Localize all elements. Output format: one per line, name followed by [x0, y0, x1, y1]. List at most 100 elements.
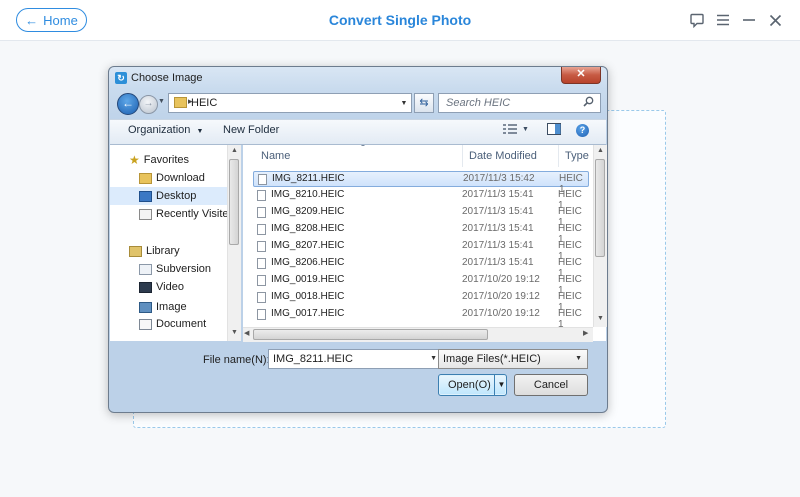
file-icon — [258, 174, 267, 185]
menu-icon[interactable] — [714, 11, 732, 29]
scroll-down-icon[interactable]: ▼ — [228, 329, 241, 336]
file-row[interactable]: IMG_8209.HEIC 2017/11/3 15:41 HEIC 1 — [253, 205, 589, 228]
organize-button[interactable]: Organization ▼ — [128, 124, 203, 136]
file-type-select[interactable]: Image Files(*.HEIC) ▼ — [438, 349, 588, 369]
sort-indicator-icon: ▲ — [360, 145, 366, 148]
file-icon — [257, 241, 266, 252]
view-chevron-icon[interactable]: ▼ — [522, 126, 529, 133]
app-icon: ↻ — [115, 72, 127, 84]
column-header-date[interactable]: Date Modified — [463, 145, 559, 167]
nav-scrollbar[interactable]: ▲ ▼ — [227, 145, 241, 341]
back-arrow-icon[interactable]: ← — [117, 93, 139, 115]
new-folder-button[interactable]: New Folder — [223, 124, 279, 136]
file-row[interactable]: IMG_8211.HEIC 2017/11/3 15:42 HEIC 1 — [253, 171, 589, 195]
file-date: 2017/11/3 15:41 — [462, 223, 534, 234]
nav-desktop[interactable]: Desktop — [110, 187, 241, 205]
address-bar[interactable]: ▸ HEIC ▼ — [168, 93, 412, 113]
help-icon[interactable]: ? — [576, 124, 589, 137]
document-icon — [139, 318, 152, 330]
video-icon — [139, 281, 152, 293]
file-row[interactable]: IMG_0017.HEIC 2017/10/20 19:12 HEIC 1 — [253, 307, 589, 330]
file-row[interactable]: IMG_8210.HEIC 2017/11/3 15:41 HEIC 1 — [253, 188, 589, 211]
search-input[interactable]: Search HEIC — [438, 93, 601, 113]
file-list-hscroll-thumb[interactable] — [253, 329, 488, 340]
nav-document-label: Document — [156, 318, 207, 330]
file-icon — [257, 258, 266, 269]
nav-library[interactable]: Library — [110, 242, 241, 260]
refresh-button[interactable]: ⇆ — [414, 93, 434, 113]
file-date: 2017/11/3 15:41 — [462, 240, 534, 251]
file-name: IMG_0017.HEIC — [271, 308, 345, 319]
file-name-input[interactable]: IMG_8211.HEIC ▼ — [268, 349, 441, 369]
cancel-button[interactable]: Cancel — [514, 374, 588, 396]
file-list: Name Date Modified Type ▲ IMG_8211.HEIC … — [243, 145, 606, 341]
scroll-right-icon[interactable]: ▶ — [583, 329, 588, 337]
preview-pane-icon[interactable] — [547, 123, 561, 138]
nav-image[interactable]: Image — [110, 298, 241, 316]
file-name: IMG_8210.HEIC — [271, 189, 345, 200]
dialog-toolbar: Organization ▼ New Folder ▼ ? — [110, 119, 606, 145]
open-label: Open(O) — [448, 379, 491, 391]
file-icon — [257, 190, 266, 201]
forward-arrow-icon[interactable]: → — [139, 95, 158, 114]
file-list-horizontal-scrollbar[interactable]: ◀ ▶ — [243, 327, 593, 342]
nav-subversion[interactable]: Subversion — [110, 260, 241, 278]
file-date: 2017/11/3 15:41 — [462, 189, 534, 200]
nav-video-label: Video — [156, 281, 184, 293]
navigation-pane: ★ Favorites Download Desktop Recently Vi… — [110, 145, 241, 341]
file-row[interactable]: IMG_0018.HEIC 2017/10/20 19:12 HEIC 1 — [253, 290, 589, 313]
file-name: IMG_8211.HEIC — [272, 173, 345, 184]
nav-document[interactable]: Document — [110, 315, 241, 333]
nav-recently-visited[interactable]: Recently Visited — [110, 205, 241, 223]
desktop-icon — [139, 190, 152, 202]
scroll-up-icon[interactable]: ▲ — [228, 147, 241, 154]
file-date: 2017/10/20 19:12 — [462, 274, 540, 285]
file-row[interactable]: IMG_8206.HEIC 2017/11/3 15:41 HEIC 1 — [253, 256, 589, 279]
scroll-down-icon[interactable]: ▼ — [594, 315, 607, 322]
nav-favorites-label: Favorites — [143, 154, 190, 166]
nav-subversion-label: Subversion — [156, 263, 212, 275]
file-row[interactable]: IMG_8208.HEIC 2017/11/3 15:41 HEIC 1 — [253, 222, 589, 245]
nav-image-label: Image — [156, 301, 187, 313]
file-row[interactable]: IMG_0019.HEIC 2017/10/20 19:12 HEIC 1 — [253, 273, 589, 296]
file-name-dropdown-icon[interactable]: ▼ — [430, 350, 437, 368]
feedback-icon[interactable] — [688, 11, 706, 29]
open-options-chevron-icon[interactable]: ▼ — [494, 375, 508, 395]
file-name: IMG_0019.HEIC — [271, 274, 345, 285]
file-type-value: Image Files(*.HEIC) — [443, 353, 541, 365]
star-icon: ★ — [129, 153, 140, 167]
recent-places-icon — [139, 208, 152, 220]
organize-label: Organization — [128, 124, 191, 136]
close-icon[interactable] — [766, 11, 784, 29]
choose-image-dialog: ↻ Choose Image ✕ ← → ▼ ▸ HEIC ▼ ⇆ Search… — [108, 66, 608, 413]
scroll-left-icon[interactable]: ◀ — [244, 329, 249, 337]
nav-favorites[interactable]: ★ Favorites — [110, 151, 241, 169]
file-icon — [257, 224, 266, 235]
dialog-close-button[interactable]: ✕ — [561, 67, 601, 84]
file-date: 2017/10/20 19:12 — [462, 291, 540, 302]
scroll-up-icon[interactable]: ▲ — [594, 147, 607, 154]
chevron-down-icon: ▼ — [575, 355, 582, 362]
file-date: 2017/10/20 19:12 — [462, 308, 540, 319]
file-name: IMG_8207.HEIC — [271, 240, 345, 251]
file-list-scroll-thumb[interactable] — [595, 159, 605, 257]
address-path: HEIC — [191, 97, 218, 109]
file-icon — [257, 309, 266, 320]
chevron-down-icon: ▼ — [196, 128, 204, 135]
file-row[interactable]: IMG_8207.HEIC 2017/11/3 15:41 HEIC 1 — [253, 239, 589, 262]
file-list-vertical-scrollbar[interactable]: ▲ ▼ — [593, 145, 607, 327]
minimize-icon[interactable] — [740, 11, 758, 29]
nav-download[interactable]: Download — [110, 169, 241, 187]
file-name: IMG_8208.HEIC — [271, 223, 345, 234]
page-title: Convert Single Photo — [328, 12, 472, 28]
nav-scroll-thumb[interactable] — [229, 159, 239, 245]
open-button[interactable]: Open(O) ▼ — [438, 374, 507, 396]
nav-video[interactable]: Video — [110, 278, 241, 296]
view-options-icon[interactable] — [503, 123, 517, 137]
file-date: 2017/11/3 15:42 — [463, 173, 535, 184]
file-icon — [257, 275, 266, 286]
column-header-name[interactable]: Name — [255, 145, 463, 167]
address-dropdown-icon[interactable]: ▼ — [397, 100, 411, 107]
recent-locations-chevron-icon[interactable]: ▼ — [158, 98, 165, 105]
image-icon — [139, 301, 152, 313]
